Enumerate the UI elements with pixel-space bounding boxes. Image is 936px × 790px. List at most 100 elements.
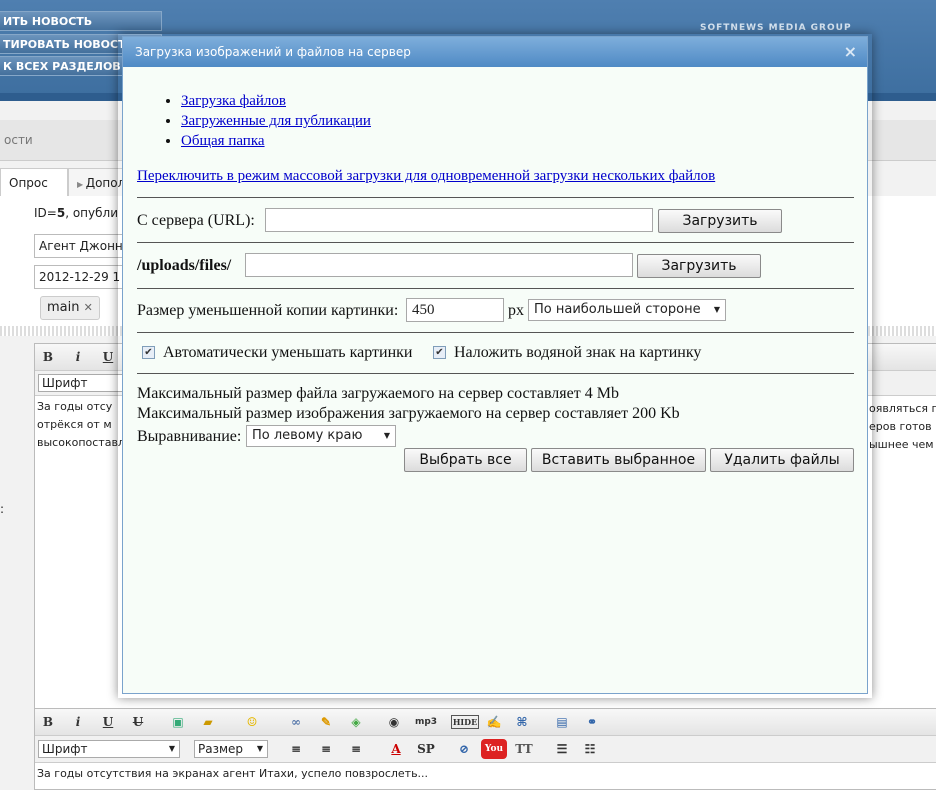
thumb-mode-select[interactable]: По наибольшей стороне ▼: [528, 299, 726, 321]
editor-right-3: ышнее чем: [869, 438, 934, 451]
align-label: Выравнивание:: [137, 428, 242, 445]
upload-file-button[interactable]: Загрузить: [637, 254, 761, 278]
align-value: По левому краю: [252, 428, 363, 443]
strike-icon[interactable]: U: [129, 713, 147, 731]
size-select[interactable]: Размер ▼: [194, 740, 268, 758]
chevron-right-icon: ▶: [77, 180, 86, 189]
upload-url-button[interactable]: Загрузить: [658, 209, 782, 233]
modal-nav-list: Загрузка файлов Загруженные для публикац…: [143, 91, 371, 151]
select-all-button[interactable]: Выбрать все: [404, 448, 527, 472]
link-upload-files[interactable]: Загрузка файлов: [181, 93, 286, 109]
tag-chip: main ✕: [40, 296, 100, 320]
list-numbered-icon[interactable]: ☷: [581, 740, 599, 758]
editor-right-2: еров готов: [869, 420, 932, 433]
mp3-icon[interactable]: mp3: [413, 713, 439, 731]
underline-icon[interactable]: U: [99, 713, 117, 731]
font-select[interactable]: Шрифт ▼: [38, 740, 180, 758]
tab-poll-label: Опрос: [9, 176, 48, 190]
italic-icon[interactable]: i: [69, 713, 87, 731]
flash-icon[interactable]: ◉: [385, 713, 403, 731]
id-value: 5: [56, 206, 66, 220]
divider: [137, 242, 854, 243]
leech-icon[interactable]: ◈: [347, 713, 365, 731]
editor-text-right: оявляться п еров готов ышнее чем: [869, 400, 936, 454]
youtube-icon[interactable]: You: [481, 739, 507, 759]
file-input[interactable]: [245, 253, 633, 277]
id-prefix: ID=: [34, 206, 57, 220]
menu-add-news[interactable]: ИТЬ НОВОСТЬ: [0, 11, 162, 31]
thumb-size-label: Размер уменьшенной копии картинки:: [137, 302, 399, 319]
auto-resize-checkbox[interactable]: ✔: [142, 346, 155, 359]
url-input[interactable]: [265, 208, 653, 232]
subnav-label: ости: [4, 133, 33, 147]
checkmark-icon: ✔: [435, 347, 444, 358]
insert-selected-button[interactable]: Вставить выбранное: [531, 448, 706, 472]
brand-text: SOFTNEWS MEDIA GROUP: [700, 23, 852, 33]
quote-icon[interactable]: ✍: [485, 713, 503, 731]
max-image-size-text: Максимальный размер изображения загружае…: [137, 405, 680, 422]
spoiler-icon[interactable]: SP: [415, 740, 437, 758]
page-link-icon[interactable]: ⚭: [583, 713, 601, 731]
list-item: Общая папка: [181, 131, 371, 151]
upload-modal: Загрузка изображений и файлов на сервер …: [122, 36, 868, 694]
folder-icon[interactable]: ▰: [199, 713, 217, 731]
image-icon[interactable]: ▣: [169, 713, 187, 731]
modal-titlebar[interactable]: Загрузка изображений и файлов на сервер …: [123, 37, 867, 67]
align-center-icon[interactable]: ≡: [317, 740, 335, 758]
tab-poll[interactable]: Опрос: [0, 168, 68, 196]
no-icon[interactable]: ⊘: [455, 740, 473, 758]
editor-right-1: оявляться п: [869, 402, 936, 415]
italic-icon[interactable]: i: [69, 348, 87, 366]
size-select-label: Размер: [198, 742, 244, 756]
delete-files-button[interactable]: Удалить файлы: [710, 448, 854, 472]
bold-icon[interactable]: B: [39, 348, 57, 366]
divider: [137, 288, 854, 289]
link-uploaded-for-publication[interactable]: Загруженные для публикации: [181, 113, 371, 129]
page-break-icon[interactable]: ▤: [553, 713, 571, 731]
path-label: /uploads/files/: [137, 257, 232, 274]
bold-icon[interactable]: B: [39, 713, 57, 731]
divider: [137, 197, 854, 198]
editor2-toolbar: B i U U ▣ ▰ ☺ ∞ ✎ ◈ ◉ mp3 HIDE ✍ ⌘ ▤ ⚭: [35, 709, 936, 736]
editor2-text[interactable]: За годы отсутствия на экранах агент Итах…: [35, 763, 936, 785]
list-item: Загрузка файлов: [181, 91, 371, 111]
align-left-icon[interactable]: ≡: [287, 740, 305, 758]
link-icon[interactable]: ∞: [287, 713, 305, 731]
link-common-folder[interactable]: Общая папка: [181, 133, 265, 149]
id-line: ID=5, опубли: [34, 206, 118, 220]
divider: [137, 332, 854, 333]
modal-title: Загрузка изображений и файлов на сервер: [135, 45, 411, 59]
watermark-checkbox[interactable]: ✔: [433, 346, 446, 359]
chevron-down-icon: ▼: [168, 744, 175, 753]
list-bullet-icon[interactable]: ☰: [553, 740, 571, 758]
align-right-icon[interactable]: ≡: [347, 740, 365, 758]
editor-bottom: B i U U ▣ ▰ ☺ ∞ ✎ ◈ ◉ mp3 HIDE ✍ ⌘ ▤ ⚭ Ш…: [34, 708, 936, 790]
id-suffix: , опубли: [65, 206, 118, 220]
chevron-down-icon: ▼: [383, 431, 390, 440]
align-select[interactable]: По левому краю ▼: [246, 425, 396, 447]
code-icon[interactable]: ⌘: [513, 713, 531, 731]
typograph-icon[interactable]: TT: [515, 740, 533, 758]
chevron-down-icon: ▼: [713, 305, 720, 314]
editor2-toolbar-row2: Шрифт ▼ Размер ▼ ≡ ≡ ≡ A SP ⊘ You TT ☰ ☷: [35, 736, 936, 763]
auto-resize-label: Автоматически уменьшать картинки: [163, 344, 413, 361]
font-select-label: Шрифт: [42, 742, 88, 756]
max-file-size-text: Максимальный размер файла загружаемого н…: [137, 385, 619, 402]
checkmark-icon: ✔: [144, 347, 153, 358]
unlink-icon[interactable]: ✎: [317, 713, 335, 731]
side-colon: :: [0, 502, 5, 516]
px-label: px: [508, 302, 524, 319]
url-label: С сервера (URL):: [137, 212, 255, 229]
color-icon[interactable]: A: [387, 740, 405, 758]
close-icon[interactable]: ×: [844, 37, 857, 67]
hide-icon[interactable]: HIDE: [451, 715, 479, 729]
list-item: Загруженные для публикации: [181, 111, 371, 131]
smiley-icon[interactable]: ☺: [243, 713, 261, 731]
tag-remove-icon[interactable]: ✕: [84, 301, 93, 314]
thumb-mode-value: По наибольшей стороне: [534, 302, 701, 317]
tag-label: main: [47, 300, 80, 315]
mass-upload-link[interactable]: Переключить в режим массовой загрузки дл…: [137, 168, 715, 185]
underline-icon[interactable]: U: [99, 348, 117, 366]
chevron-down-icon: ▼: [256, 744, 263, 753]
thumb-size-input[interactable]: 450: [406, 298, 504, 322]
